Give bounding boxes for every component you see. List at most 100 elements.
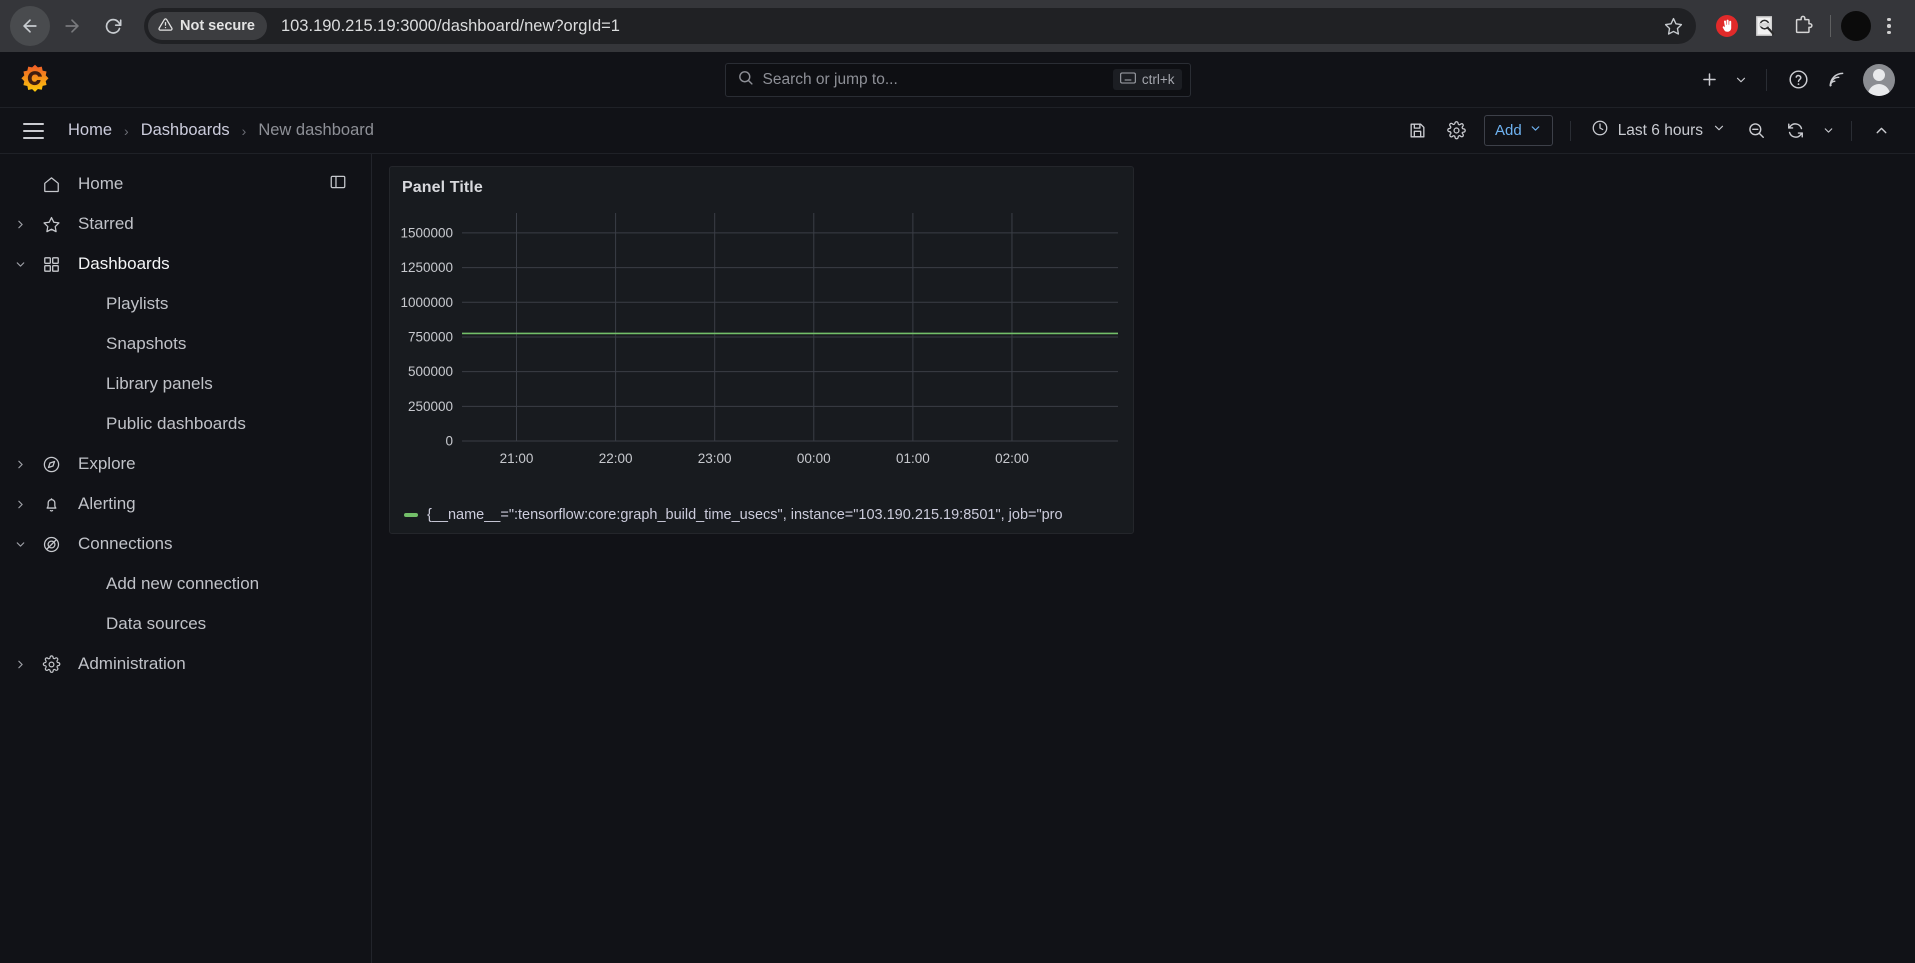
breadcrumb-item-dashboards[interactable]: Dashboards — [139, 121, 232, 140]
sidebar-item-label: Data sources — [106, 614, 207, 633]
sidebar-item-starred[interactable]: Starred — [0, 204, 371, 244]
sidebar-item-label: Alerting — [78, 494, 136, 513]
sidebar-item-playlists[interactable]: Playlists — [0, 284, 371, 324]
toolbar-divider — [1851, 120, 1852, 141]
grafana-logo-icon[interactable] — [18, 63, 52, 97]
panel-title[interactable]: Panel Title — [390, 167, 1133, 197]
chevron-right-icon[interactable] — [6, 450, 34, 478]
y-axis-tick-label: 1250000 — [400, 260, 453, 275]
browser-toolbar: Not secure 103.190.215.19:3000/dashboard… — [0, 0, 1915, 52]
sidebar-item-label: Public dashboards — [106, 414, 246, 433]
sidebar-item-administration[interactable]: Administration — [0, 644, 371, 684]
save-dashboard-icon[interactable] — [1400, 115, 1436, 147]
chart-legend[interactable]: {__name__=":tensorflow:core:graph_build_… — [390, 503, 1133, 533]
legend-series-label[interactable]: {__name__=":tensorflow:core:graph_build_… — [427, 507, 1063, 523]
dashboard-settings-gear-icon[interactable] — [1439, 115, 1475, 147]
y-axis-tick-label: 500000 — [408, 364, 453, 379]
search-placeholder[interactable]: Search or jump to... — [763, 71, 1104, 89]
new-button[interactable] — [1692, 63, 1726, 97]
sidebar-item-explore[interactable]: Explore — [0, 444, 371, 484]
breadcrumb-item-new-dashboard[interactable]: New dashboard — [256, 121, 376, 140]
address-bar[interactable]: Not secure 103.190.215.19:3000/dashboard… — [144, 8, 1696, 44]
chevron-down-icon[interactable] — [1730, 63, 1752, 97]
y-axis-tick-label: 0 — [445, 434, 453, 449]
svg-text:OCR: OCR — [1760, 22, 1769, 27]
chevron-down-icon[interactable] — [6, 530, 34, 558]
sidebar-item-home[interactable]: Home — [0, 164, 371, 204]
sidebar-item-label: Home — [78, 174, 124, 193]
news-icon[interactable] — [1819, 63, 1853, 97]
browser-menu-icon[interactable] — [1873, 9, 1905, 43]
collapse-toolbar-icon[interactable] — [1863, 115, 1899, 147]
x-axis-tick-label: 23:00 — [698, 451, 732, 466]
adblock-icon[interactable] — [1710, 9, 1744, 43]
sidebar-item-label: Add new connection — [106, 574, 260, 593]
ocr-icon[interactable]: OCR — [1748, 9, 1782, 43]
x-axis-tick-label: 01:00 — [896, 451, 930, 466]
y-axis-tick-label: 1500000 — [400, 225, 453, 240]
search-icon — [737, 69, 754, 91]
x-axis-tick-label: 02:00 — [995, 451, 1029, 466]
dashboard-canvas: Panel Title 0 250000 500000 750000 1000000 12… — [372, 154, 1915, 963]
sidebar-item-dashboards[interactable]: Dashboards — [0, 244, 371, 284]
security-label: Not secure — [180, 18, 255, 34]
add-panel-button[interactable]: Add — [1483, 115, 1553, 146]
topbar-actions — [1692, 63, 1915, 97]
page-body: Home Starred Dashboards Playlists Snapsh… — [0, 154, 1915, 963]
chevron-down-icon[interactable] — [6, 250, 34, 278]
dock-menu-icon[interactable] — [329, 173, 347, 196]
sidebar-item-label: Explore — [78, 454, 136, 473]
dashboard-toolbar: Add Last 6 hours — [1400, 115, 1899, 147]
connections-icon — [34, 535, 68, 554]
chart-svg: 0 250000 500000 750000 1000000 1250000 1500000… — [400, 213, 1118, 466]
legend-color-swatch[interactable] — [404, 513, 418, 517]
sidebar-item-data-sources[interactable]: Data sources — [0, 604, 371, 644]
time-range-picker[interactable]: Last 6 hours — [1582, 115, 1735, 146]
toolbar-divider — [1830, 15, 1831, 37]
sidebar-nav: Home Starred Dashboards Playlists Snapsh… — [0, 154, 372, 963]
chevron-right-icon[interactable] — [6, 650, 34, 678]
sidebar-item-label: Library panels — [106, 374, 213, 393]
clock-icon — [1591, 119, 1609, 142]
forward-button[interactable] — [52, 6, 92, 46]
y-axis-tick-label: 1000000 — [400, 295, 453, 310]
menu-toggle-icon[interactable] — [16, 114, 50, 148]
sidebar-item-label: Snapshots — [106, 334, 187, 353]
chevron-right-icon[interactable] — [6, 490, 34, 518]
refresh-dashboard-icon[interactable] — [1777, 115, 1813, 147]
search-shortcut-label: ctrl+k — [1141, 72, 1175, 87]
help-icon[interactable] — [1781, 63, 1815, 97]
user-avatar[interactable] — [1863, 63, 1895, 96]
sidebar-item-label: Administration — [78, 654, 186, 673]
y-axis-tick-label: 250000 — [408, 399, 453, 414]
x-axis-tick-label: 00:00 — [797, 451, 831, 466]
sidebar-item-alerting[interactable]: Alerting — [0, 484, 371, 524]
chevron-down-icon — [1712, 121, 1726, 140]
y-axis-tick-label: 750000 — [408, 329, 453, 344]
sidebar-item-library-panels[interactable]: Library panels — [0, 364, 371, 404]
sidebar-item-label: Dashboards — [78, 254, 170, 273]
back-button[interactable] — [10, 6, 50, 46]
bookmark-star-icon[interactable] — [1658, 11, 1688, 41]
chevron-down-icon — [1529, 122, 1542, 139]
breadcrumb-separator: › — [241, 122, 247, 139]
security-indicator[interactable]: Not secure — [148, 12, 267, 40]
url-text[interactable]: 103.190.215.19:3000/dashboard/new?orgId=… — [281, 17, 1658, 36]
zoom-out-time-range-icon[interactable] — [1738, 115, 1774, 147]
sidebar-item-connections[interactable]: Connections — [0, 524, 371, 564]
dashboard-panel[interactable]: Panel Title 0 250000 500000 750000 1000000 12… — [389, 166, 1134, 534]
global-search[interactable]: Search or jump to... ctrl+k — [724, 62, 1191, 97]
refresh-interval-chevron-icon[interactable] — [1816, 115, 1840, 147]
reload-button[interactable] — [94, 6, 134, 46]
topbar-divider — [1766, 68, 1767, 91]
apps-grid-icon — [34, 255, 68, 274]
sidebar-item-public-dashboards[interactable]: Public dashboards — [0, 404, 371, 444]
breadcrumb-item-home[interactable]: Home — [66, 121, 114, 140]
chevron-right-icon[interactable] — [6, 210, 34, 238]
sidebar-item-label: Playlists — [106, 294, 169, 313]
time-series-chart[interactable]: 0 250000 500000 750000 1000000 1250000 1500000… — [390, 197, 1133, 503]
sidebar-item-add-new-connection[interactable]: Add new connection — [0, 564, 371, 604]
sidebar-item-snapshots[interactable]: Snapshots — [0, 324, 371, 364]
browser-profile-avatar[interactable] — [1841, 11, 1871, 41]
puzzle-icon[interactable] — [1786, 9, 1820, 43]
